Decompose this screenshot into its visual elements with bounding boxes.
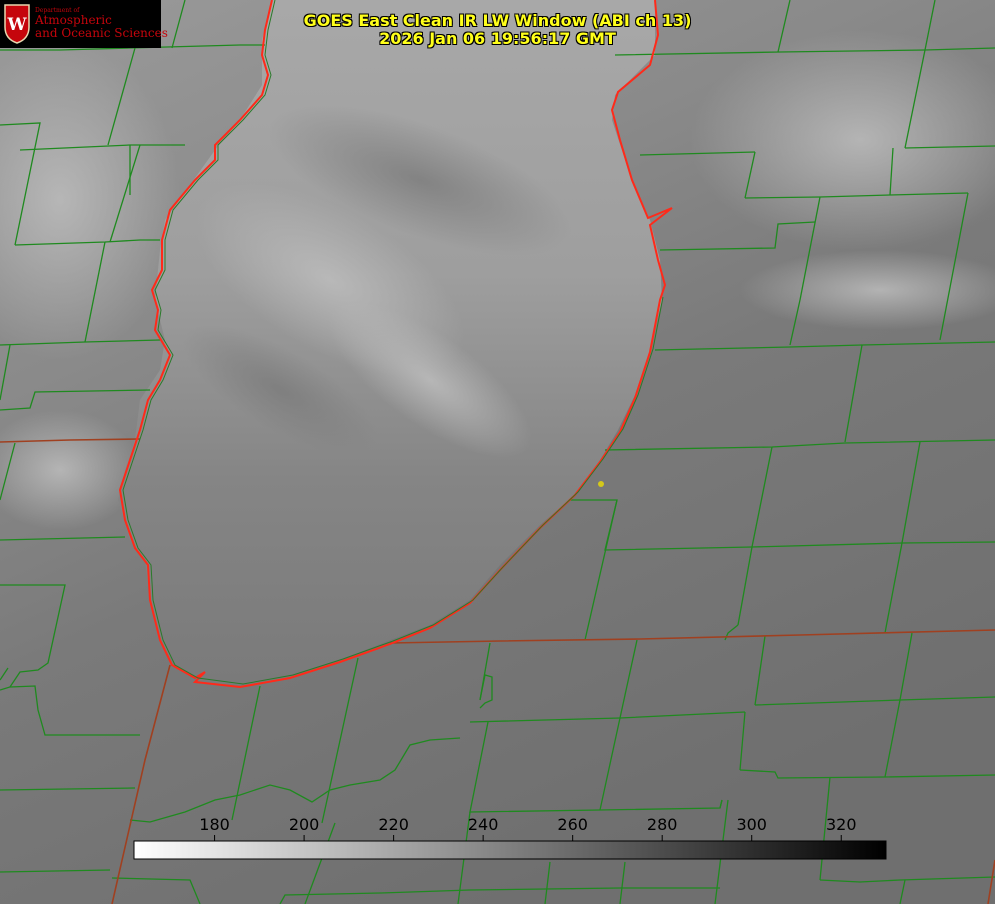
- colorbar-tick-label: 220: [378, 815, 409, 834]
- station-marker: [598, 481, 604, 487]
- satellite-map: 180 200 220 240 260 280 300 320: [0, 0, 995, 904]
- image-title: GOES East Clean IR LW Window (ABI ch 13)…: [0, 12, 995, 48]
- colorbar-tick-label: 260: [557, 815, 588, 834]
- colorbar-tick-label: 240: [468, 815, 499, 834]
- colorbar-tick-label: 200: [289, 815, 320, 834]
- colorbar-tick-label: 180: [199, 815, 230, 834]
- title-timestamp: 2026 Jan 06 19:56:17 GMT: [379, 29, 616, 48]
- colorbar-tick-label: 300: [736, 815, 767, 834]
- colorbar-gradient: [133, 840, 887, 860]
- colorbar-tick-label: 320: [826, 815, 857, 834]
- colorbar-tick-label: 280: [647, 815, 678, 834]
- title-line-1: GOES East Clean IR LW Window (ABI ch 13): [303, 11, 692, 30]
